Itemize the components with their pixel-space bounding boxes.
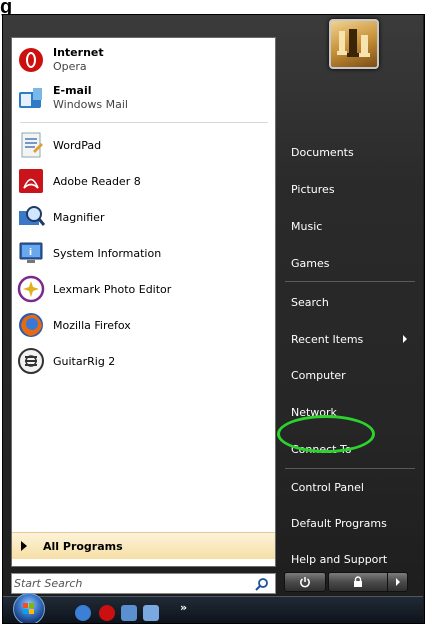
program-item-wordpad[interactable]: WordPad bbox=[16, 127, 271, 163]
lock-icon bbox=[354, 576, 362, 587]
user-avatar[interactable] bbox=[329, 19, 379, 69]
pinned-item-title: Internet bbox=[53, 46, 104, 59]
menu-item-label: Pictures bbox=[291, 182, 335, 196]
menu-item-label: Computer bbox=[291, 368, 346, 382]
chevron-right-icon bbox=[21, 541, 27, 551]
menu-item-help-and-support[interactable]: Help and Support bbox=[283, 545, 413, 573]
start-search-input[interactable] bbox=[14, 574, 252, 593]
highlight-circle bbox=[277, 415, 375, 453]
program-item-mozilla-firefox[interactable]: Mozilla Firefox bbox=[16, 307, 271, 343]
menu-item-search[interactable]: Search bbox=[283, 288, 413, 316]
guitarrig-icon bbox=[16, 346, 46, 376]
pinned-item-subtitle: Opera bbox=[53, 60, 87, 73]
quick-launch-overflow[interactable]: » bbox=[180, 601, 187, 614]
shutdown-options-button[interactable] bbox=[388, 572, 408, 592]
chevron-right-icon bbox=[395, 578, 400, 586]
show-desktop-icon[interactable] bbox=[121, 605, 137, 621]
pinned-item-email[interactable]: E-mail Windows Mail bbox=[16, 80, 271, 116]
menu-item-label: Search bbox=[291, 295, 329, 309]
menu-item-label: Recent Items bbox=[291, 332, 364, 346]
menu-item-label: Default Programs bbox=[291, 516, 387, 530]
menu-item-label: Music bbox=[291, 219, 323, 233]
opera-icon bbox=[16, 45, 46, 75]
program-item-lexmark-photo-editor[interactable]: Lexmark Photo Editor bbox=[16, 271, 271, 307]
wordpad-icon bbox=[16, 130, 46, 160]
lexmark-photo-editor-icon bbox=[16, 274, 46, 304]
menu-item-label: Documents bbox=[291, 145, 354, 159]
program-item-guitarrig[interactable]: GuitarRig 2 bbox=[16, 343, 271, 379]
internet-explorer-icon[interactable] bbox=[75, 605, 91, 621]
menu-item-default-programs[interactable]: Default Programs bbox=[283, 509, 413, 537]
submenu-arrow-icon bbox=[403, 335, 407, 343]
menu-item-documents[interactable]: Documents bbox=[283, 138, 413, 166]
start-search-box[interactable] bbox=[11, 573, 276, 594]
start-menu-screenshot: Internet Opera E-mail Windows Mail WordP… bbox=[2, 14, 425, 624]
menu-separator bbox=[285, 468, 415, 469]
pinned-item-subtitle: Windows Mail bbox=[53, 98, 128, 111]
power-button[interactable] bbox=[284, 572, 326, 592]
all-programs-label: All Programs bbox=[43, 539, 123, 553]
switch-windows-icon[interactable] bbox=[143, 605, 159, 621]
menu-item-label: Control Panel bbox=[291, 480, 364, 494]
program-label: Adobe Reader 8 bbox=[53, 174, 141, 188]
program-label: Mozilla Firefox bbox=[53, 318, 131, 332]
menu-item-recent-items[interactable]: Recent Items bbox=[283, 325, 413, 353]
program-label: Lexmark Photo Editor bbox=[53, 282, 172, 296]
start-menu: Internet Opera E-mail Windows Mail WordP… bbox=[3, 15, 423, 595]
magnifier-icon bbox=[16, 202, 46, 232]
program-item-adobe-reader[interactable]: Adobe Reader 8 bbox=[16, 163, 271, 199]
svg-text:i: i bbox=[29, 248, 32, 258]
program-label: GuitarRig 2 bbox=[53, 354, 116, 368]
menu-item-control-panel[interactable]: Control Panel bbox=[283, 473, 413, 501]
opera-icon[interactable] bbox=[99, 605, 115, 621]
windows-mail-icon bbox=[16, 83, 46, 113]
menu-item-label: Help and Support bbox=[291, 552, 388, 566]
firefox-icon bbox=[16, 310, 46, 340]
program-label: WordPad bbox=[53, 138, 102, 152]
menu-separator bbox=[285, 281, 415, 282]
menu-item-computer[interactable]: Computer bbox=[283, 361, 413, 389]
menu-item-games[interactable]: Games bbox=[283, 249, 413, 277]
program-label: System Information bbox=[53, 246, 162, 260]
program-item-system-information[interactable]: i System Information bbox=[16, 235, 271, 271]
pinned-separator bbox=[20, 122, 268, 123]
program-label: Magnifier bbox=[53, 210, 105, 224]
all-programs-button[interactable]: All Programs bbox=[12, 532, 275, 559]
menu-item-label: Games bbox=[291, 256, 330, 270]
menu-item-music[interactable]: Music bbox=[283, 212, 413, 240]
windows-logo-icon bbox=[23, 603, 34, 614]
system-information-icon: i bbox=[16, 238, 46, 268]
search-icon[interactable] bbox=[252, 575, 272, 593]
power-controls bbox=[284, 572, 414, 594]
chess-pieces-icon bbox=[337, 29, 370, 57]
adobe-reader-icon bbox=[16, 166, 46, 196]
programs-pane: Internet Opera E-mail Windows Mail WordP… bbox=[11, 37, 276, 567]
power-icon bbox=[300, 577, 310, 588]
pinned-item-internet[interactable]: Internet Opera bbox=[16, 42, 271, 78]
program-item-magnifier[interactable]: Magnifier bbox=[16, 199, 271, 235]
taskbar: » bbox=[3, 593, 423, 623]
lock-button[interactable] bbox=[328, 572, 388, 592]
start-button[interactable] bbox=[13, 593, 45, 623]
menu-item-pictures[interactable]: Pictures bbox=[283, 175, 413, 203]
pinned-item-title: E-mail bbox=[53, 84, 92, 97]
